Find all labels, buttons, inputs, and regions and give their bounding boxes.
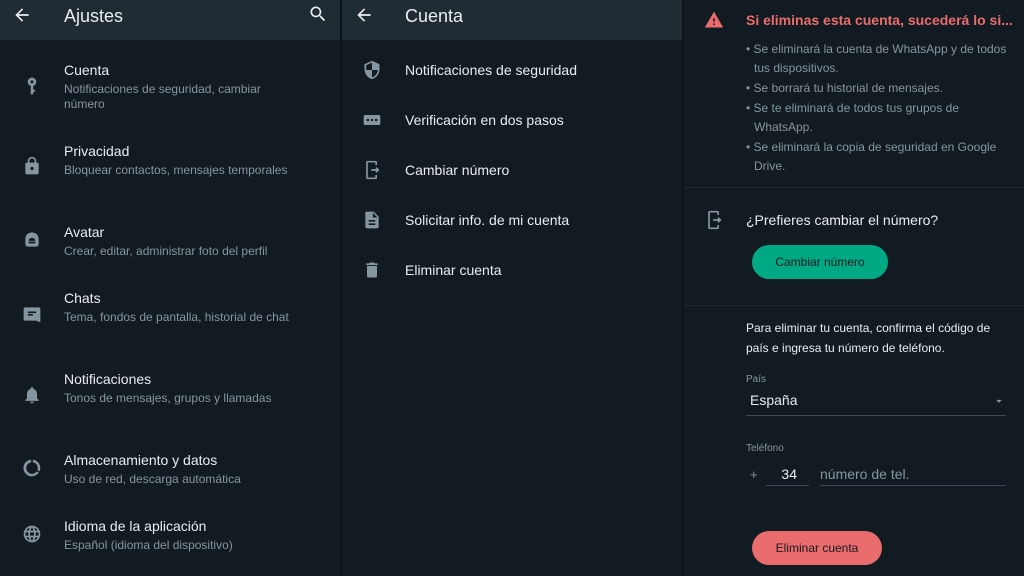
avatar-icon: [22, 230, 42, 250]
account-item-label: Verificación en dos pasos: [405, 112, 564, 128]
globe-icon: [22, 524, 42, 544]
account-item-label: Notificaciones de seguridad: [405, 62, 577, 78]
phone-number-input[interactable]: número de tel.: [820, 462, 1006, 486]
settings-item-chats[interactable]: Chats Tema, fondos de pantalla, historia…: [0, 280, 340, 350]
settings-item-avatar[interactable]: Avatar Crear, editar, administrar foto d…: [0, 214, 340, 270]
chat-icon: [22, 304, 42, 324]
key-icon: [22, 76, 42, 96]
document-icon: [362, 210, 382, 230]
account-header: Cuenta: [342, 0, 682, 40]
account-item-two-step[interactable]: Verificación en dos pasos: [342, 100, 682, 140]
settings-panel: Ajustes Cuenta Notificaciones de segurid…: [0, 0, 340, 576]
back-arrow-icon[interactable]: [354, 5, 374, 25]
divider: [684, 187, 1024, 188]
phone-label: Teléfono: [746, 443, 784, 454]
settings-item-subtitle: Español (idioma del dispositivo): [64, 538, 233, 552]
settings-item-title: Almacenamiento y datos: [64, 452, 218, 468]
settings-header: Ajustes: [0, 0, 340, 40]
prefer-change-number-text: ¿Prefieres cambiar el número?: [746, 212, 939, 228]
settings-item-cuenta[interactable]: Cuenta Notificaciones de seguridad, camb…: [0, 52, 340, 122]
storage-icon: [22, 458, 42, 478]
consequence-item: • Se te eliminará de todos tus grupos de…: [746, 101, 959, 134]
account-item-label: Eliminar cuenta: [405, 262, 502, 278]
settings-item-title: Cuenta: [64, 62, 110, 78]
settings-item-title: Idioma de la aplicación: [64, 518, 207, 534]
shield-icon: [362, 60, 382, 80]
account-item-label: Cambiar número: [405, 162, 510, 178]
country-select[interactable]: España: [746, 388, 1006, 416]
bell-icon: [22, 385, 42, 405]
settings-item-title: Privacidad: [64, 143, 130, 159]
settings-item-notificaciones[interactable]: Notificaciones Tonos de mensajes, grupos…: [0, 361, 340, 431]
lock-icon: [22, 156, 42, 176]
settings-item-subtitle: Bloquear contactos, mensajes temporales: [64, 163, 288, 177]
consequence-item: • Se eliminará la cuenta de WhatsApp y d…: [746, 42, 1007, 75]
dots-icon: [362, 110, 382, 130]
account-item-security-notifications[interactable]: Notificaciones de seguridad: [342, 50, 682, 90]
account-item-request-info[interactable]: Solicitar info. de mi cuenta: [342, 200, 682, 240]
warning-icon: [704, 10, 724, 30]
page-title: Cuenta: [405, 6, 464, 26]
settings-item-subtitle: Uso de red, descarga automática: [64, 472, 241, 486]
settings-item-privacidad[interactable]: Privacidad Bloquear contactos, mensajes …: [0, 133, 340, 203]
settings-item-almacenamiento[interactable]: Almacenamiento y datos Uso de red, desca…: [0, 442, 340, 498]
account-item-label: Solicitar info. de mi cuenta: [405, 212, 570, 228]
change-phone-icon: [704, 210, 724, 230]
divider: [684, 305, 1024, 306]
warning-title: Si eliminas esta cuenta, sucederá lo si.…: [746, 12, 1013, 28]
account-item-change-number[interactable]: Cambiar número: [342, 150, 682, 190]
trash-icon: [362, 260, 382, 280]
settings-item-subtitle: Crear, editar, administrar foto del perf…: [64, 244, 268, 258]
country-label: País: [746, 374, 767, 385]
delete-account-panel: Si eliminas esta cuenta, sucederá lo si.…: [684, 0, 1024, 576]
change-number-button[interactable]: Cambiar número: [752, 245, 888, 279]
settings-item-title: Notificaciones: [64, 371, 152, 387]
page-title: Ajustes: [64, 6, 124, 26]
country-value: España: [750, 392, 798, 408]
change-phone-icon: [362, 160, 382, 180]
consequences-list: • Se eliminará la cuenta de WhatsApp y d…: [746, 40, 1014, 177]
confirm-instructions: Para eliminar tu cuenta, confirma el cód…: [746, 321, 991, 355]
account-panel: Cuenta Notificaciones de seguridad Verif…: [342, 0, 682, 576]
consequence-item: • Se borrará tu historial de mensajes.: [746, 81, 943, 95]
plus-sign: +: [750, 467, 758, 482]
settings-item-title: Chats: [64, 290, 101, 306]
settings-item-subtitle: Tonos de mensajes, grupos y llamadas: [64, 391, 272, 405]
search-icon[interactable]: [308, 4, 328, 24]
settings-item-title: Avatar: [64, 224, 105, 240]
country-code-input[interactable]: 34: [766, 462, 809, 486]
consequence-item: • Se eliminará la copia de seguridad en …: [746, 140, 997, 173]
settings-item-subtitle: Tema, fondos de pantalla, historial de c…: [64, 310, 289, 324]
settings-item-subtitle: Notificaciones de seguridad, cambiar núm…: [64, 82, 261, 111]
back-arrow-icon[interactable]: [12, 5, 32, 25]
dropdown-caret-icon: [992, 394, 1006, 408]
account-item-delete[interactable]: Eliminar cuenta: [342, 250, 682, 290]
delete-account-button[interactable]: Eliminar cuenta: [752, 531, 882, 565]
settings-item-idioma[interactable]: Idioma de la aplicación Español (idioma …: [0, 508, 340, 564]
